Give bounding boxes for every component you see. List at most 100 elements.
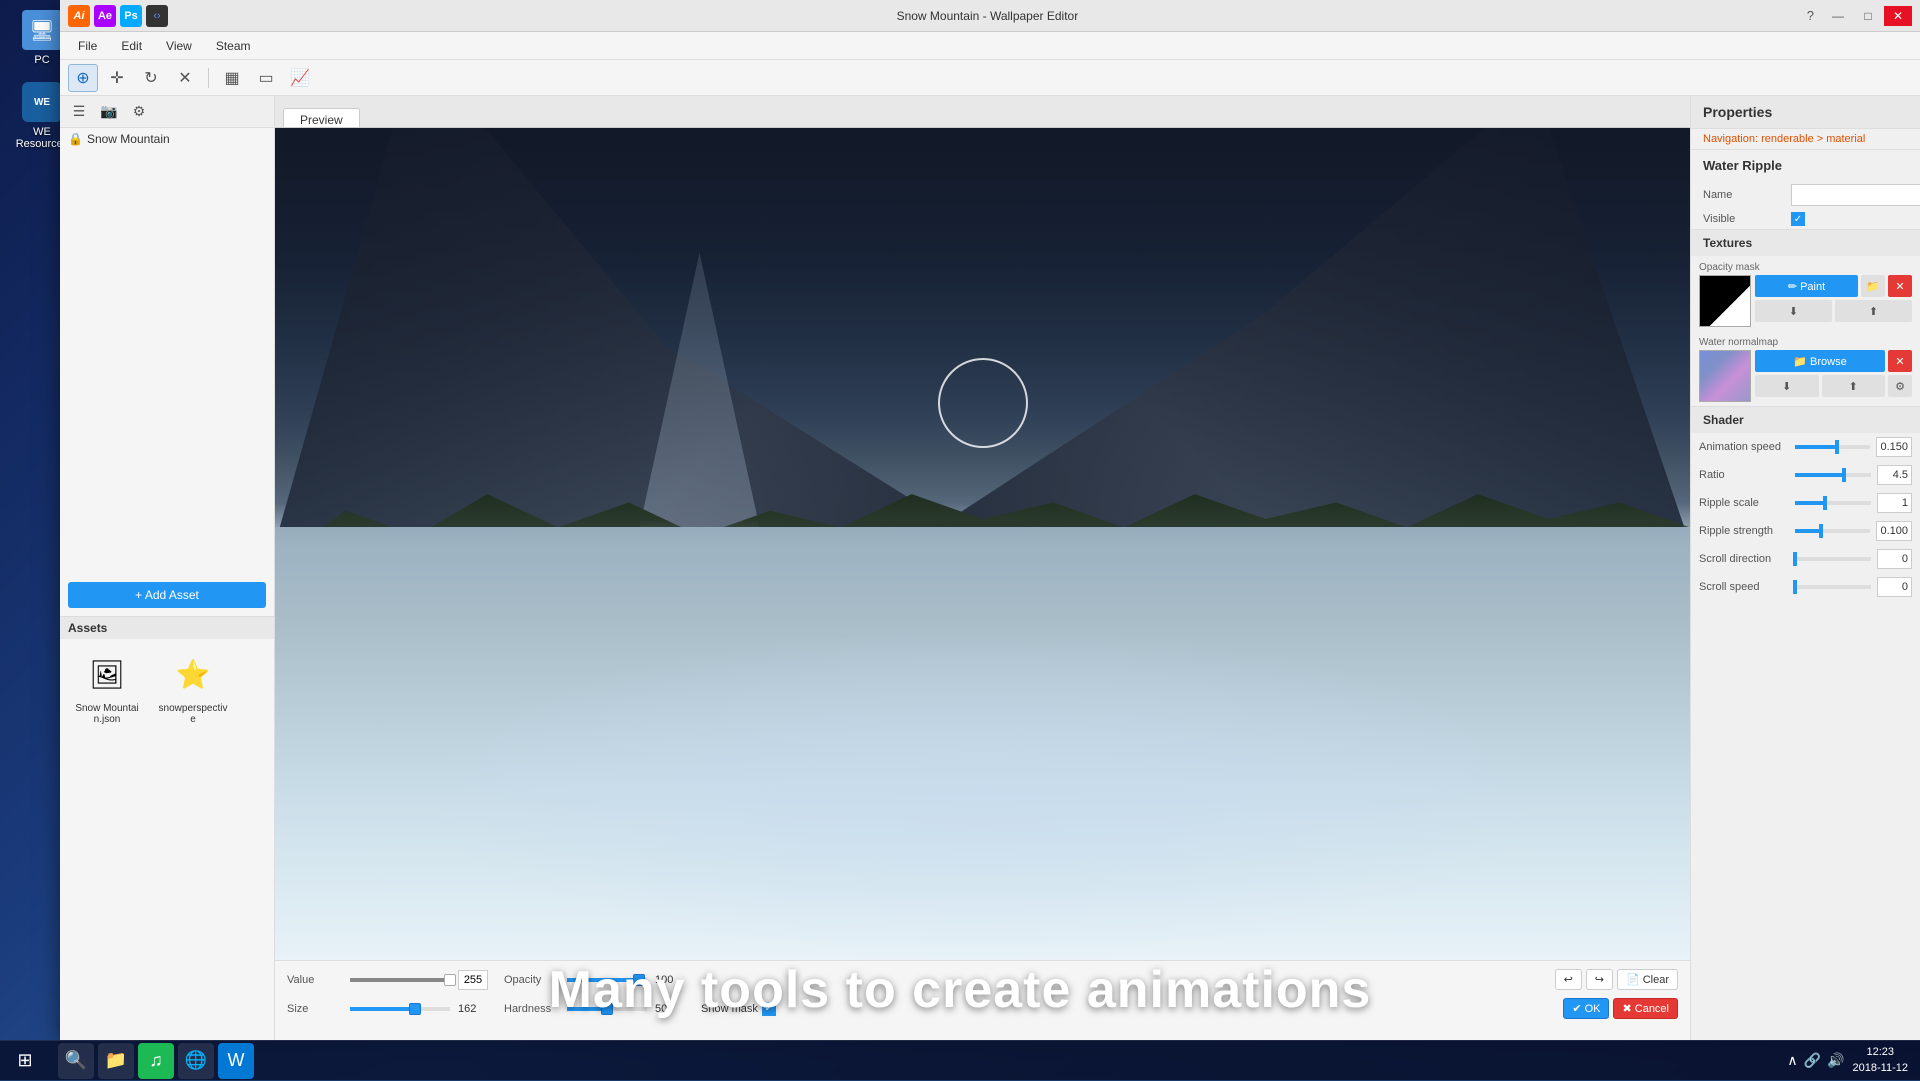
delete-opacity-btn[interactable]: ✕ — [1888, 275, 1912, 297]
ctrl-actions-bottom: ✔ OK ✖ Cancel — [1563, 998, 1678, 1019]
size-value: 162 — [458, 1003, 488, 1015]
redo-button[interactable]: ↪ — [1586, 969, 1613, 990]
shader-label-1: Ratio — [1699, 469, 1789, 481]
start-button[interactable]: ⊞ — [0, 1041, 50, 1081]
shader-thumb-1[interactable] — [1842, 468, 1846, 482]
normalmap-import-btn-1[interactable]: ⬇ — [1755, 375, 1819, 397]
preview-canvas[interactable] — [275, 128, 1690, 960]
taskbar-date-display: 2018-11-12 — [1853, 1061, 1908, 1076]
left-panel-toolbar: ☰ 📷 ⚙ — [60, 96, 274, 128]
toolbar-select-tool[interactable]: ⊕ — [68, 64, 98, 92]
normalmap-label: Water normalmap — [1699, 335, 1912, 350]
panel-settings-icon[interactable]: ⚙ — [128, 101, 150, 123]
hardness-control: Hardness 50 — [504, 1003, 685, 1015]
value-thumb[interactable] — [444, 974, 456, 986]
value-slider[interactable] — [350, 978, 450, 982]
toolbar-refresh[interactable]: ↻ — [136, 64, 166, 92]
menu-edit[interactable]: Edit — [111, 37, 152, 55]
normalmap-settings-btn[interactable]: ⚙ — [1888, 375, 1912, 397]
shader-slider-2[interactable] — [1795, 501, 1871, 505]
preview-tab[interactable]: Preview — [283, 108, 360, 127]
lock-icon: 🔒 — [68, 132, 83, 146]
ai-app-icon: Ai — [68, 5, 90, 27]
import-btn-1[interactable]: ⬇ — [1755, 300, 1832, 322]
delete-normalmap-btn[interactable]: ✕ — [1888, 350, 1912, 372]
shader-slider-bg-0 — [1795, 445, 1870, 449]
sky-overlay — [275, 128, 1690, 544]
shader-slider-3[interactable] — [1795, 529, 1870, 533]
menu-file[interactable]: File — [68, 37, 107, 55]
shader-slider-1[interactable] — [1795, 473, 1871, 477]
size-thumb[interactable] — [409, 1003, 421, 1015]
value-label: Value — [287, 974, 342, 986]
taskbar-spotify[interactable]: ♫ — [138, 1043, 174, 1079]
clear-button[interactable]: 📄 Clear — [1617, 969, 1678, 990]
asset-label-0: Snow Mountain.json — [72, 703, 142, 725]
taskbar-explorer[interactable]: 📁 — [98, 1043, 134, 1079]
toolbar-grid-view[interactable]: ▦ — [217, 64, 247, 92]
shader-thumb-4[interactable] — [1793, 552, 1797, 566]
normalmap-row: 📁 Browse ✕ ⬇ ⬆ ⚙ — [1699, 350, 1912, 402]
close-button[interactable]: ✕ — [1884, 6, 1912, 26]
shader-thumb-2[interactable] — [1823, 496, 1827, 510]
show-mask-checkbox[interactable]: ✓ — [762, 1002, 776, 1016]
help-icon[interactable]: ? — [1807, 8, 1814, 23]
size-slider[interactable] — [350, 1007, 450, 1011]
shader-thumb-0[interactable] — [1835, 440, 1839, 454]
toolbar-close[interactable]: ✕ — [170, 64, 200, 92]
shader-value-2: 1 — [1877, 493, 1912, 513]
asset-item-1[interactable]: ⭐ snowperspective — [154, 647, 232, 729]
taskbar: ⊞ 🔍 📁 ♫ 🌐 W ∧ 🔗 🔊 12:23 2018-11-12 — [0, 1040, 1920, 1080]
minimize-button[interactable]: — — [1824, 6, 1852, 26]
opacity-label: Opacity — [504, 974, 559, 986]
opacity-mask-row: ✏ Paint 📁 ✕ ⬇ ⬆ — [1699, 275, 1912, 327]
cancel-button[interactable]: ✖ Cancel — [1613, 998, 1678, 1019]
maximize-button[interactable]: □ — [1854, 6, 1882, 26]
tree-item-snow-mountain[interactable]: 🔒 Snow Mountain — [60, 128, 274, 150]
hardness-slider[interactable] — [567, 1007, 647, 1011]
shader-thumb-5[interactable] — [1793, 580, 1797, 594]
hardness-thumb[interactable] — [601, 1003, 613, 1015]
shader-thumb-3[interactable] — [1819, 524, 1823, 538]
import-btn-2[interactable]: ⬆ — [1835, 300, 1912, 322]
toolbar-list-view[interactable]: ▭ — [251, 64, 281, 92]
undo-button[interactable]: ↩ — [1555, 969, 1582, 990]
panel-list-icon[interactable]: ☰ — [68, 101, 90, 123]
add-asset-button[interactable]: + Add Asset — [68, 582, 266, 608]
visible-label: Visible — [1703, 213, 1783, 225]
visible-checkbox[interactable]: ✓ — [1791, 212, 1805, 226]
shader-slider-0[interactable] — [1795, 445, 1870, 449]
ok-button[interactable]: ✔ OK — [1563, 998, 1609, 1019]
taskbar-chrome[interactable]: 🌐 — [178, 1043, 214, 1079]
menu-steam[interactable]: Steam — [206, 37, 261, 55]
name-input[interactable] — [1791, 184, 1920, 206]
main-preview: Preview Value — [275, 96, 1690, 1040]
shader-slider-fill-1 — [1795, 473, 1844, 477]
paint-button[interactable]: ✏ Paint — [1755, 275, 1858, 297]
asset-item-0[interactable]: 🖼 Snow Mountain.json — [68, 647, 146, 729]
shader-row-5: Scroll speed 0 — [1691, 573, 1920, 601]
shader-header: Shader — [1691, 406, 1920, 433]
opacity-slider[interactable] — [567, 978, 647, 982]
opacity-thumb[interactable] — [633, 974, 645, 986]
taskbar-we[interactable]: W — [218, 1043, 254, 1079]
ps-app-icon: Ps — [120, 5, 142, 27]
taskbar-search[interactable]: 🔍 — [58, 1043, 94, 1079]
normalmap-import-btn-2[interactable]: ⬆ — [1822, 375, 1886, 397]
assets-section: Assets 🖼 Snow Mountain.json ⭐ snowperspe… — [60, 616, 274, 1041]
speaker-icon[interactable]: 🔊 — [1827, 1052, 1844, 1069]
menu-view[interactable]: View — [156, 37, 202, 55]
toolbar-move-tool[interactable]: ✛ — [102, 64, 132, 92]
panel-camera-icon[interactable]: 📷 — [98, 101, 120, 123]
toolbar-chart[interactable]: 📈 — [285, 64, 315, 92]
network-icon[interactable]: 🔗 — [1804, 1052, 1821, 1069]
shader-slider-bg-5 — [1795, 585, 1871, 589]
shader-slider-5[interactable] — [1795, 585, 1871, 589]
shader-row-4: Scroll direction 0 — [1691, 545, 1920, 573]
browse-button[interactable]: 📁 Browse — [1755, 350, 1885, 372]
shader-slider-bg-1 — [1795, 473, 1871, 477]
chevron-icon[interactable]: ∧ — [1787, 1052, 1797, 1069]
folder-icon-btn[interactable]: 📁 — [1861, 275, 1885, 297]
properties-nav: Navigation: renderable > material — [1691, 129, 1920, 150]
shader-slider-4[interactable] — [1795, 557, 1871, 561]
